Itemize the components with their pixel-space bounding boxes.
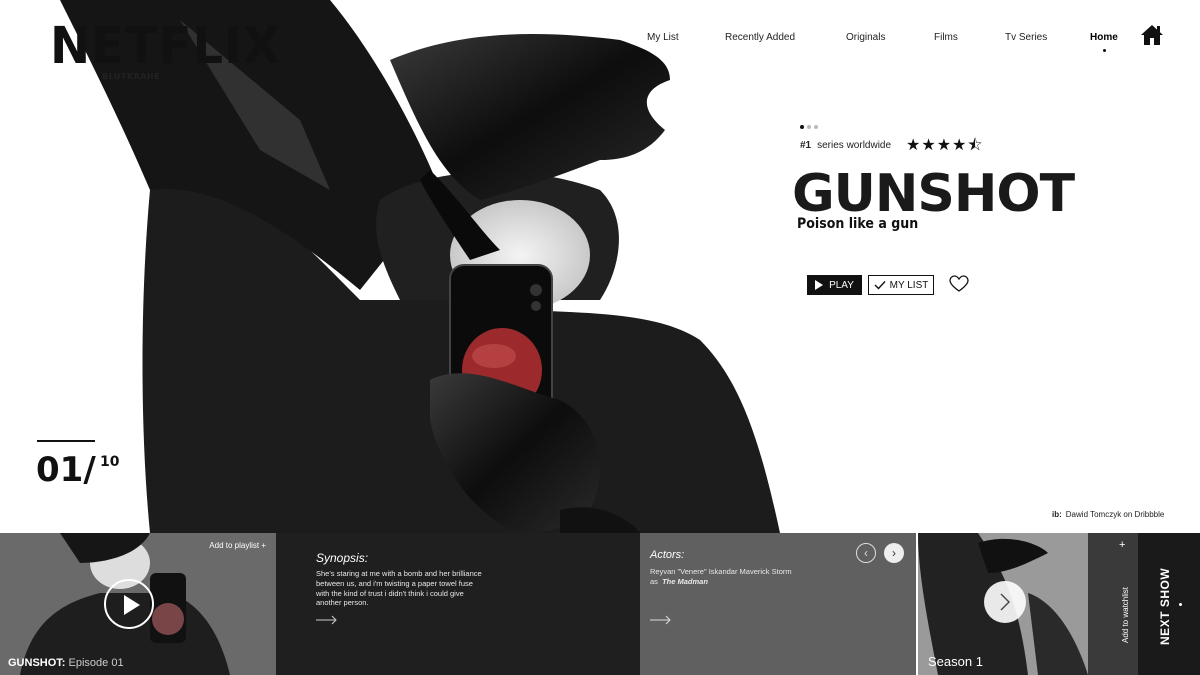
play-label: PLAY <box>829 279 854 291</box>
image-credit: ib: Dawid Tomczyk on Dribbble <box>1052 510 1164 519</box>
home-icon[interactable] <box>1140 24 1164 46</box>
rank-text: series worldwide <box>817 140 892 151</box>
prev-button[interactable]: ‹ <box>856 543 876 563</box>
heart-icon[interactable] <box>949 275 969 293</box>
nav-originals[interactable]: Originals <box>846 32 885 43</box>
credit-text: Dawid Tomczyk on Dribbble <box>1065 510 1165 519</box>
nav-recently-added[interactable]: Recently Added <box>725 32 795 43</box>
play-episode-button[interactable] <box>104 579 154 629</box>
slide-dot[interactable] <box>807 125 811 129</box>
nav-tv-series[interactable]: Tv Series <box>1005 32 1047 43</box>
play-icon <box>815 280 824 290</box>
rating-stars: ★★★★⯪ <box>906 137 984 154</box>
netflix-logo[interactable]: NETFLIX BLUTKRAHE <box>50 16 281 81</box>
chevron-left-icon: ‹ <box>864 546 868 560</box>
play-icon <box>124 595 140 615</box>
counter-rule <box>37 440 95 442</box>
episode-number: Episode 01 <box>68 657 124 669</box>
episode-show-name: GUNSHOT: <box>8 657 66 669</box>
my-list-label: MY LIST <box>889 279 929 291</box>
rank-number: #1 <box>800 140 812 151</box>
rank-line: #1 series worldwide <box>800 140 891 151</box>
my-list-button[interactable]: MY LIST <box>868 275 934 295</box>
play-button[interactable]: PLAY <box>807 275 862 295</box>
bottom-strip: Add to playlist + GUNSHOT: Episode 01 Sy… <box>0 533 1200 675</box>
arrow-right-icon[interactable] <box>650 615 672 625</box>
chevron-right-icon <box>1000 593 1010 611</box>
chevron-right-icon: › <box>892 546 896 560</box>
nav-films[interactable]: Films <box>934 32 958 43</box>
episode-label: GUNSHOT: Episode 01 <box>8 657 124 669</box>
next-show-dot <box>1179 603 1182 606</box>
show-title: GUNSHOT <box>792 164 1075 224</box>
next-show-label[interactable]: NEXT SHOW <box>1158 568 1172 645</box>
next-button[interactable]: › <box>884 543 904 563</box>
checkmark-icon <box>874 281 886 290</box>
actors-title: Actors: <box>650 549 685 561</box>
next-show-panel[interactable]: NEXT SHOW <box>1138 533 1200 675</box>
add-to-playlist-link[interactable]: Add to playlist + <box>209 541 266 550</box>
arrow-right-icon[interactable] <box>316 615 338 625</box>
show-tagline: Poison like a gun <box>797 216 919 232</box>
watchlist-panel[interactable]: + Add to watchlist <box>1088 533 1138 675</box>
episode-card[interactable]: Add to playlist + GUNSHOT: Episode 01 <box>0 533 276 675</box>
top-nav: My List Recently Added Originals Films T… <box>620 30 1180 50</box>
slide-dots <box>800 125 818 129</box>
synopsis-body: She's staring at me with a bomb and her … <box>316 569 482 608</box>
plus-icon[interactable]: + <box>1119 539 1125 551</box>
slide-dot[interactable] <box>814 125 818 129</box>
season-card[interactable]: Season 1 <box>918 533 1088 675</box>
actor-role: The Madman <box>662 576 708 586</box>
nav-active-indicator <box>1103 49 1106 52</box>
add-to-watchlist-link[interactable]: Add to watchlist <box>1121 587 1130 643</box>
credit-prefix: ib: <box>1052 510 1062 519</box>
logo-wordmark: NETFLIX <box>50 16 281 76</box>
counter-current: 01/ <box>36 450 96 490</box>
actors-panel: Actors: Reyvan "Venere" Iskandar Maveric… <box>640 533 916 675</box>
actors-body: Reyvan "Venere" Iskandar Maverick Storm … <box>650 567 830 587</box>
counter-total: 10 <box>100 454 120 470</box>
actor-name: Reyvan "Venere" Iskandar Maverick Storm <box>650 567 792 576</box>
actor-as: as <box>650 576 658 586</box>
slide-dot[interactable] <box>800 125 804 129</box>
synopsis-title: Synopsis: <box>316 551 369 565</box>
synopsis-panel: Synopsis: She's staring at me with a bom… <box>276 533 640 675</box>
next-season-button[interactable] <box>984 581 1026 623</box>
nav-home[interactable]: Home <box>1090 32 1118 43</box>
season-label: Season 1 <box>928 654 983 669</box>
nav-my-list[interactable]: My List <box>647 32 679 43</box>
